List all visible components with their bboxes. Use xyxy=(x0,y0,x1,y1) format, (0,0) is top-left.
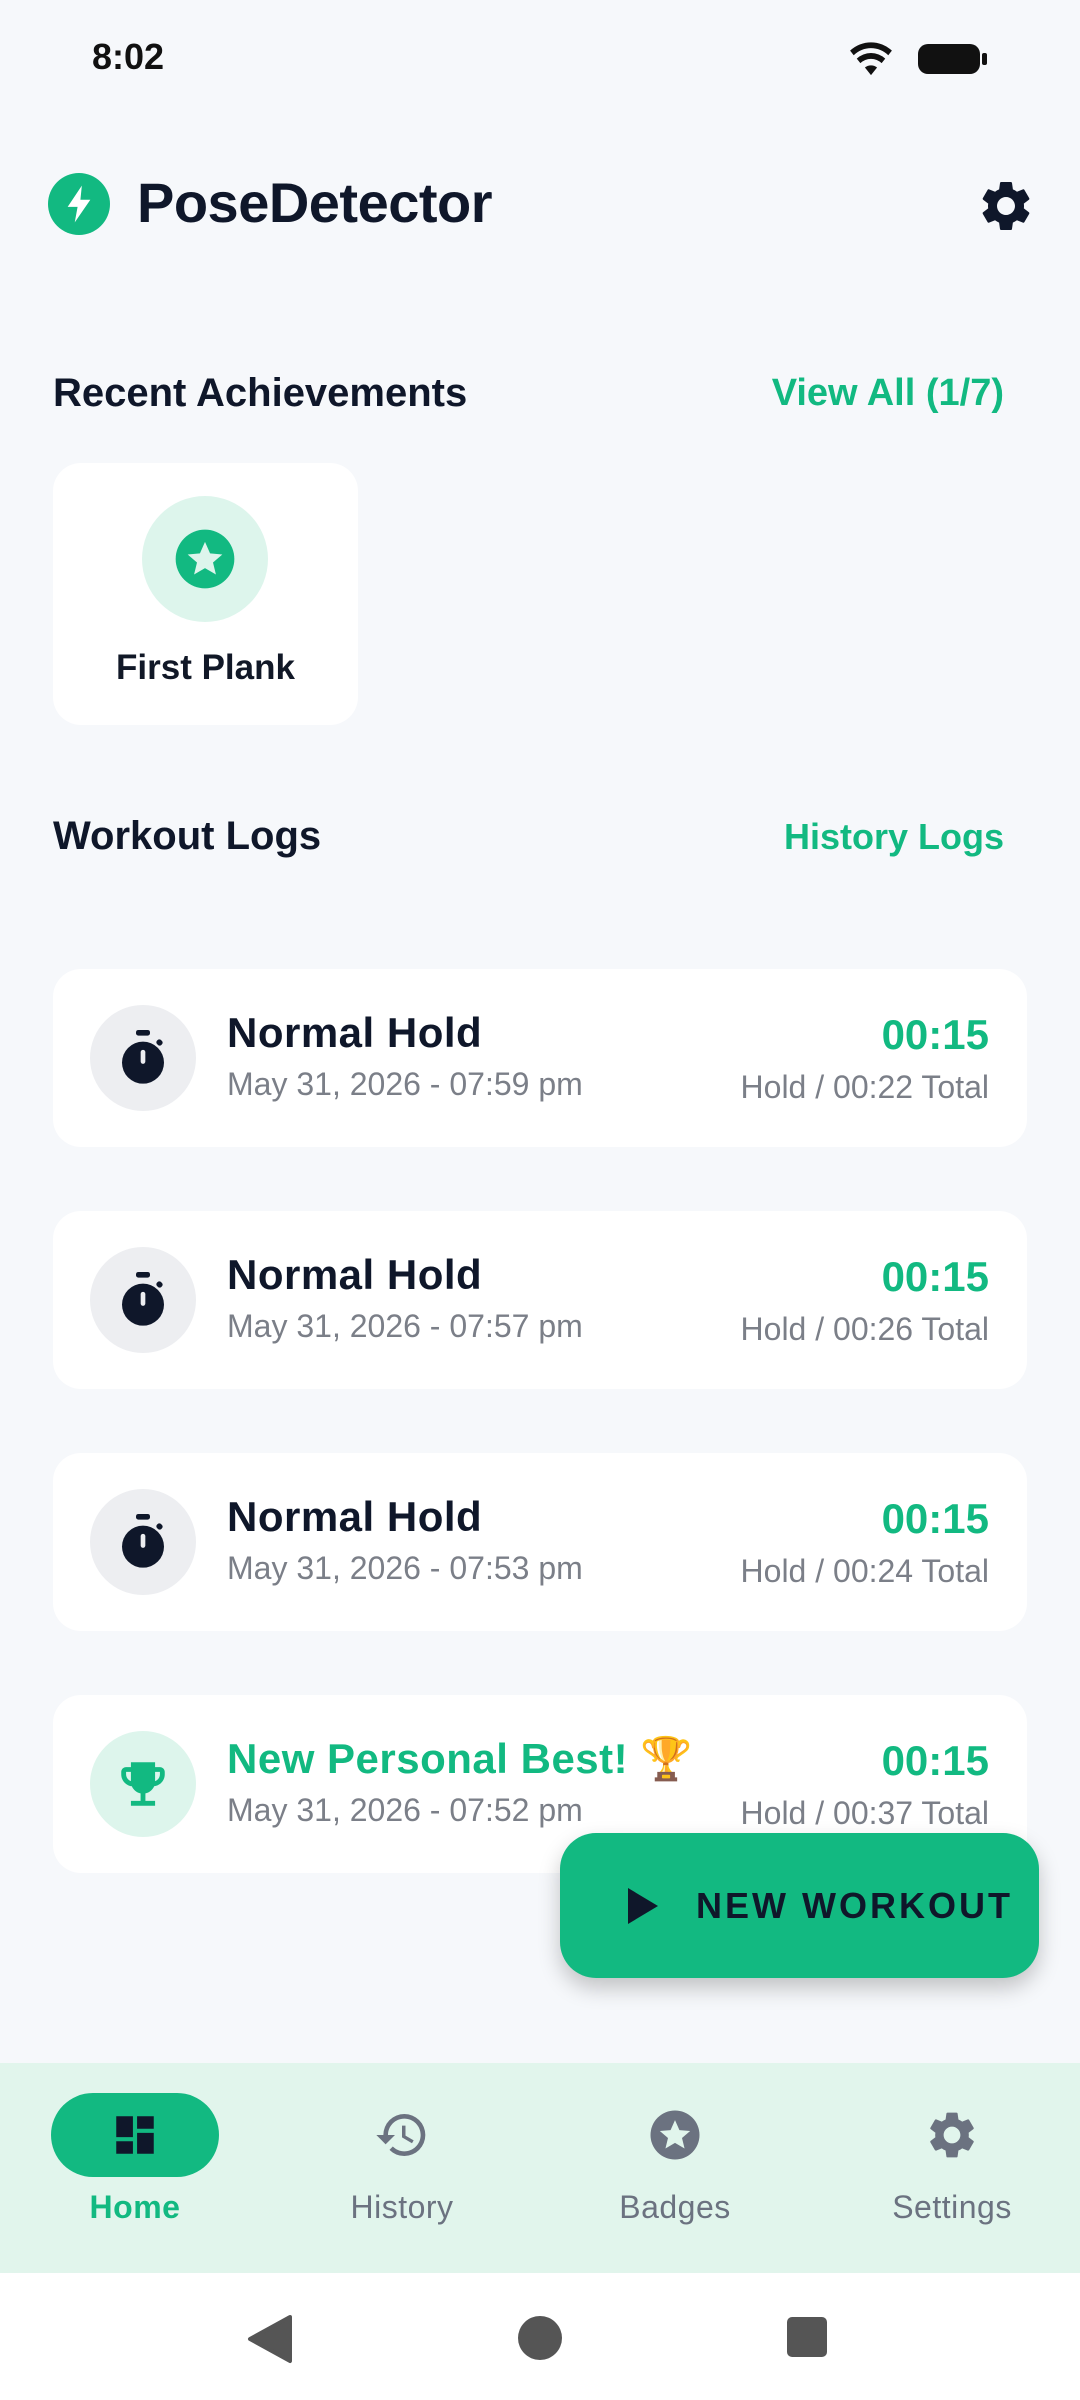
achievement-card[interactable]: First Plank xyxy=(53,463,358,725)
app-title: PoseDetector xyxy=(137,171,493,234)
bottom-navigation: Home History Badges Settings xyxy=(0,2063,1080,2273)
history-logs-link[interactable]: History Logs xyxy=(784,816,1004,858)
nav-label-settings: Settings xyxy=(892,2189,1012,2225)
star-badge-icon xyxy=(142,496,268,622)
back-icon[interactable] xyxy=(246,2314,294,2364)
log-date: May 31, 2026 - 07:59 pm xyxy=(227,1066,583,1102)
status-time: 8:02 xyxy=(92,36,165,77)
log-total-time: Hold / 00:24 Total xyxy=(740,1553,989,1589)
log-total-time: Hold / 00:22 Total xyxy=(740,1069,989,1105)
workout-log-card[interactable]: Normal Hold May 31, 2026 - 07:53 pm 00:1… xyxy=(53,1453,1027,1631)
log-total-time: Hold / 00:37 Total xyxy=(740,1795,989,1831)
workout-log-card[interactable]: Normal Hold May 31, 2026 - 07:57 pm 00:1… xyxy=(53,1211,1027,1389)
workout-log-card[interactable]: Normal Hold May 31, 2026 - 07:59 pm 00:1… xyxy=(53,969,1027,1147)
trophy-icon xyxy=(90,1731,196,1837)
app-logo-icon xyxy=(48,173,110,235)
log-title: Normal Hold xyxy=(227,1493,483,1540)
stopwatch-icon xyxy=(90,1489,196,1595)
settings-gear-icon[interactable] xyxy=(976,176,1036,236)
battery-icon xyxy=(918,44,987,74)
log-date: May 31, 2026 - 07:52 pm xyxy=(227,1792,583,1828)
nav-item-badges[interactable]: Badges xyxy=(540,2063,810,2273)
nav-label-home: Home xyxy=(89,2189,181,2225)
log-total-time: Hold / 00:26 Total xyxy=(740,1311,989,1347)
view-all-achievements-link[interactable]: View All (1/7) xyxy=(772,372,1004,415)
status-icons xyxy=(848,40,988,78)
achievements-section-title: Recent Achievements xyxy=(53,371,468,415)
new-workout-button[interactable]: NEW WORKOUT xyxy=(560,1833,1039,1978)
nav-label-history: History xyxy=(350,2189,454,2225)
wifi-icon xyxy=(850,42,892,76)
recents-square-icon[interactable] xyxy=(786,2316,828,2358)
log-hold-time: 00:15 xyxy=(881,1737,989,1784)
nav-item-home[interactable]: Home xyxy=(0,2063,270,2273)
log-hold-time: 00:15 xyxy=(881,1011,989,1058)
nav-item-history[interactable]: History xyxy=(267,2063,537,2273)
workout-logs-section-title: Workout Logs xyxy=(53,814,322,858)
log-hold-time: 00:15 xyxy=(881,1253,989,1300)
achievement-label: First Plank xyxy=(116,648,295,687)
system-navigation-bar xyxy=(0,2273,1080,2400)
log-date: May 31, 2026 - 07:53 pm xyxy=(227,1550,583,1586)
badge-star-icon xyxy=(591,2093,759,2177)
gear-icon xyxy=(868,2093,1036,2177)
log-title: Normal Hold xyxy=(227,1009,483,1056)
play-icon xyxy=(628,1887,658,1924)
new-workout-label: NEW WORKOUT xyxy=(696,1884,1013,1926)
stopwatch-icon xyxy=(90,1247,196,1353)
history-icon xyxy=(318,2093,486,2177)
dashboard-icon xyxy=(51,2093,219,2177)
home-circle-icon[interactable] xyxy=(517,2315,563,2361)
log-title: New Personal Best! 🏆 xyxy=(227,1735,694,1782)
nav-item-settings[interactable]: Settings xyxy=(817,2063,1080,2273)
log-date: May 31, 2026 - 07:57 pm xyxy=(227,1308,583,1344)
log-title: Normal Hold xyxy=(227,1251,483,1298)
nav-label-badges: Badges xyxy=(619,2189,731,2225)
log-hold-time: 00:15 xyxy=(881,1495,989,1542)
stopwatch-icon xyxy=(90,1005,196,1111)
